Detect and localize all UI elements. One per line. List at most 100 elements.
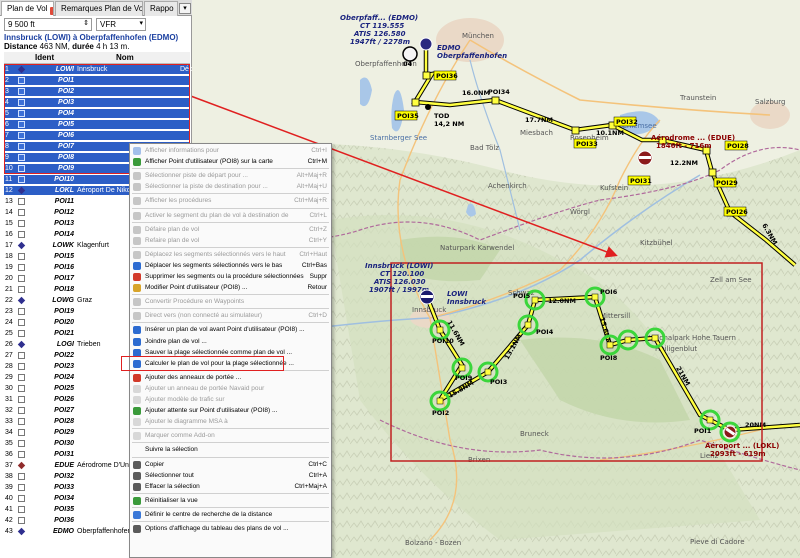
row-number: 35 — [5, 440, 13, 447]
menu-item[interactable]: Ajouter le diagramme MSA à — [130, 416, 331, 428]
row-number: 19 — [5, 264, 13, 271]
label-kitzbuhel: Kitzbühel — [640, 239, 673, 247]
menu-item[interactable]: Marquer comme Add-on — [130, 430, 331, 442]
menu-item[interactable]: Effacer la sélection Ctrl+Maj+A — [130, 481, 331, 493]
airport-icon — [17, 241, 26, 250]
label-zell-am-see: Zell am See — [710, 276, 752, 284]
row-number: 41 — [5, 506, 13, 513]
row-ident: POI32 — [54, 473, 74, 480]
altitude-input[interactable]: 9 500 ft ⇕ — [4, 18, 92, 31]
menu-item[interactable]: Suivre la sélection — [130, 444, 331, 456]
menu-item[interactable]: Direct vers (non connecté au simulateur)… — [130, 310, 331, 322]
tab-menu-button[interactable]: ▾ — [179, 3, 191, 14]
waypoint-icon — [18, 385, 25, 392]
waypoint-icon — [18, 220, 25, 227]
tab-report[interactable]: Rappo — [144, 1, 178, 16]
table-row[interactable]: 7 POI6 — [4, 131, 190, 140]
menu-item[interactable]: Refaire plan de vol Ctrl+Y — [130, 235, 331, 247]
navaid-ring-icon — [133, 384, 141, 393]
table-row[interactable]: 3 POI2 — [4, 87, 190, 96]
seg-12nm: 12.2NM — [670, 159, 698, 167]
menu-item[interactable]: Convertir Procédure en Waypoints — [130, 296, 331, 308]
edue-name: Aérodrome ... (EDUE) — [651, 134, 735, 142]
append-icon — [133, 337, 141, 346]
table-row[interactable]: 4 POI3 — [4, 98, 190, 107]
airport-icon — [17, 461, 26, 470]
row-ident: POI21 — [54, 330, 74, 337]
row-number: 6 — [5, 121, 9, 128]
menu-item[interactable]: Réinitialiser la vue — [130, 495, 331, 507]
distance-value: 463 NM — [39, 42, 68, 51]
row-number: 30 — [5, 385, 13, 392]
menu-separator — [132, 442, 329, 444]
menu-item[interactable]: Activer le segment du plan de vol à dest… — [130, 210, 331, 222]
table-row[interactable]: 6 POI5 — [4, 120, 190, 129]
row-ident: POI22 — [54, 352, 74, 359]
row-number: 28 — [5, 363, 13, 370]
tab-flight-plan-label: Plan de Vol — [7, 4, 48, 13]
table-row[interactable]: 1 LOWI Innsbruck Dép — [4, 65, 192, 74]
label-brixen: Brixen — [468, 456, 490, 464]
waypoint-icon — [18, 209, 25, 216]
row-ident: POI23 — [54, 363, 74, 370]
menu-item[interactable]: Calculer le plan de vol pour la plage sé… — [130, 358, 331, 370]
clear-selection-icon — [133, 482, 141, 491]
col-ident-header[interactable]: Ident — [35, 53, 54, 62]
row-ident: POI1 — [58, 77, 74, 84]
table-row[interactable]: 5 POI4 — [4, 109, 190, 118]
airport-icon — [17, 186, 26, 195]
range-rings-icon — [133, 373, 141, 382]
seg-10nm: 10.1NM — [596, 129, 624, 137]
distance-label: Distance — [4, 42, 38, 51]
menu-item-label: Définir le centre de recherche de la dis… — [145, 510, 273, 518]
edmo-airport-icon — [419, 37, 433, 51]
menu-item[interactable]: Afficher Point d'utilisateur (POI8) sur … — [130, 156, 331, 168]
menu-item[interactable]: Options d'affichage du tableau des plans… — [130, 523, 331, 535]
lowi-elev: 1907ft / 1997m — [369, 286, 429, 294]
label-bolzano: Bolzano - Bozen — [405, 539, 461, 547]
waypoint-icon — [18, 77, 25, 84]
waypoint-icon — [18, 198, 25, 205]
poi6-label: POI6 — [600, 288, 618, 296]
row-name: Innsbruck — [77, 66, 108, 73]
menu-item[interactable]: Définir le centre de recherche de la dis… — [130, 509, 331, 521]
row-ident: POI20 — [54, 319, 74, 326]
menu-item-shortcut: Ctrl+M — [307, 158, 327, 166]
undo-icon — [133, 225, 141, 234]
row-ident: POI30 — [54, 440, 74, 447]
row-ident: POI5 — [58, 121, 74, 128]
row-number: 14 — [5, 209, 13, 216]
row-ident: POI26 — [54, 396, 74, 403]
lowi-ct: CT 120.100 — [380, 270, 424, 278]
edmo-label: EDMO — [437, 44, 461, 52]
label-kufstein: Kufstein — [600, 184, 628, 192]
menu-separator — [132, 428, 329, 430]
row-ident: POI10 — [54, 176, 74, 183]
row-ident: POI16 — [54, 264, 74, 271]
row-number: 8 — [5, 143, 9, 150]
poi10-label: POI10 — [432, 337, 454, 345]
row-number: 3 — [5, 88, 9, 95]
tab-flight-plan-remarks[interactable]: Remarques Plan de Vol× — [55, 1, 143, 16]
row-ident: POI6 — [58, 132, 74, 139]
edit-icon — [133, 284, 141, 293]
chevron-down-icon: ▾ — [183, 5, 187, 12]
flight-rules-select[interactable]: VFR ▾ — [96, 18, 146, 31]
chevron-down-icon: ▾ — [139, 20, 143, 27]
menu-item[interactable]: Afficher les procédures Ctrl+Maj+R — [130, 195, 331, 207]
col-name-header[interactable]: Nom — [116, 53, 134, 62]
table-row[interactable]: 2 POI1 — [4, 76, 190, 85]
waypoint-icon — [18, 110, 25, 117]
airport-icon — [17, 65, 26, 74]
menu-separator — [132, 369, 329, 371]
tab-flight-plan[interactable]: Plan de Vol× — [1, 1, 54, 16]
waypoint-icon — [18, 121, 25, 128]
label-miesbach: Miesbach — [520, 129, 553, 137]
menu-item[interactable]: Sélectionner la piste de destination pou… — [130, 181, 331, 193]
menu-item[interactable]: Modifier Point d'utilisateur (POI8) ... R… — [130, 282, 331, 294]
tab-remarks-label: Remarques Plan de Vol — [61, 4, 143, 13]
close-icon[interactable]: × — [50, 7, 53, 15]
waypoint-icon — [18, 231, 25, 238]
label-munchen: München — [462, 32, 494, 40]
spinner-icon[interactable]: ⇕ — [83, 19, 89, 27]
